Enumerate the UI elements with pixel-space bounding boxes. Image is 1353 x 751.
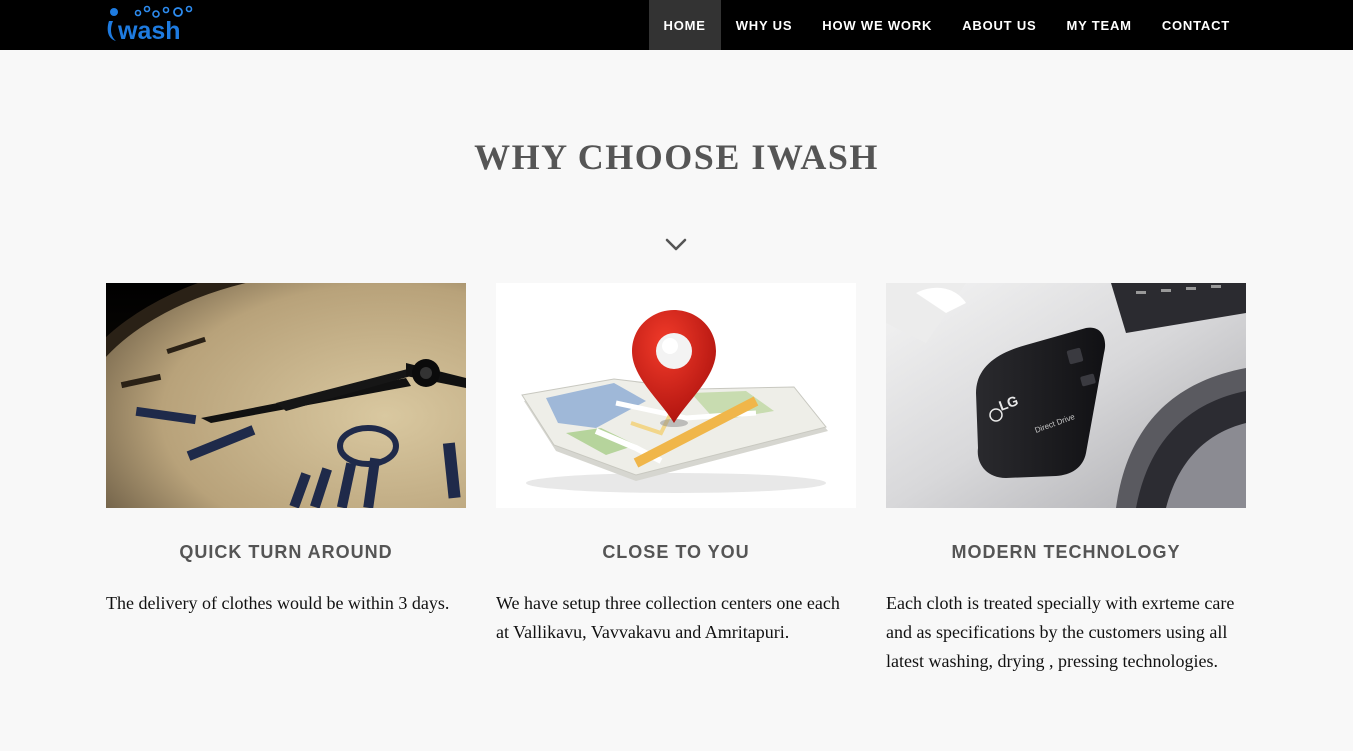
feature-title: CLOSE TO YOU [602, 542, 750, 562]
feature-title: QUICK TURN AROUND [179, 542, 393, 562]
washing-machine-image: LG Direct Drive [886, 283, 1246, 508]
iwash-logo-icon[interactable]: wash [104, 4, 200, 44]
chevron-down-icon [665, 238, 687, 251]
nav-contact[interactable]: CONTACT [1147, 0, 1245, 50]
nav-home[interactable]: HOME [648, 0, 721, 50]
clock-image [106, 283, 466, 508]
map-pin-image [496, 283, 856, 508]
logo-wordmark: wash [117, 17, 181, 44]
nav-how-we-work[interactable]: HOW WE WORK [807, 0, 947, 50]
nav-about-us[interactable]: ABOUT US [947, 0, 1051, 50]
feature-card-modern-technology: LG Direct Drive MODERN TECHNOLOGY Each c… [886, 283, 1246, 676]
nav-my-team[interactable]: MY TEAM [1052, 0, 1147, 50]
feature-card-close-to-you: CLOSE TO YOU We have setup three collect… [496, 283, 856, 647]
feature-text: The delivery of clothes would be within … [106, 593, 450, 613]
feature-text: We have setup three collection centers o… [496, 593, 840, 642]
section-title: WHY CHOOSE IWASH [474, 137, 879, 177]
feature-text: Each cloth is treated specially with exr… [886, 593, 1235, 671]
feature-title: MODERN TECHNOLOGY [951, 542, 1181, 562]
main-nav: HOME WHY US HOW WE WORK ABOUT US MY TEAM… [648, 0, 1245, 50]
feature-card-quick-turnaround: QUICK TURN AROUND The delivery of clothe… [106, 283, 466, 618]
top-navbar: wash HOME WHY US HOW WE WORK ABOUT US MY… [0, 0, 1353, 50]
nav-why-us[interactable]: WHY US [721, 0, 808, 50]
